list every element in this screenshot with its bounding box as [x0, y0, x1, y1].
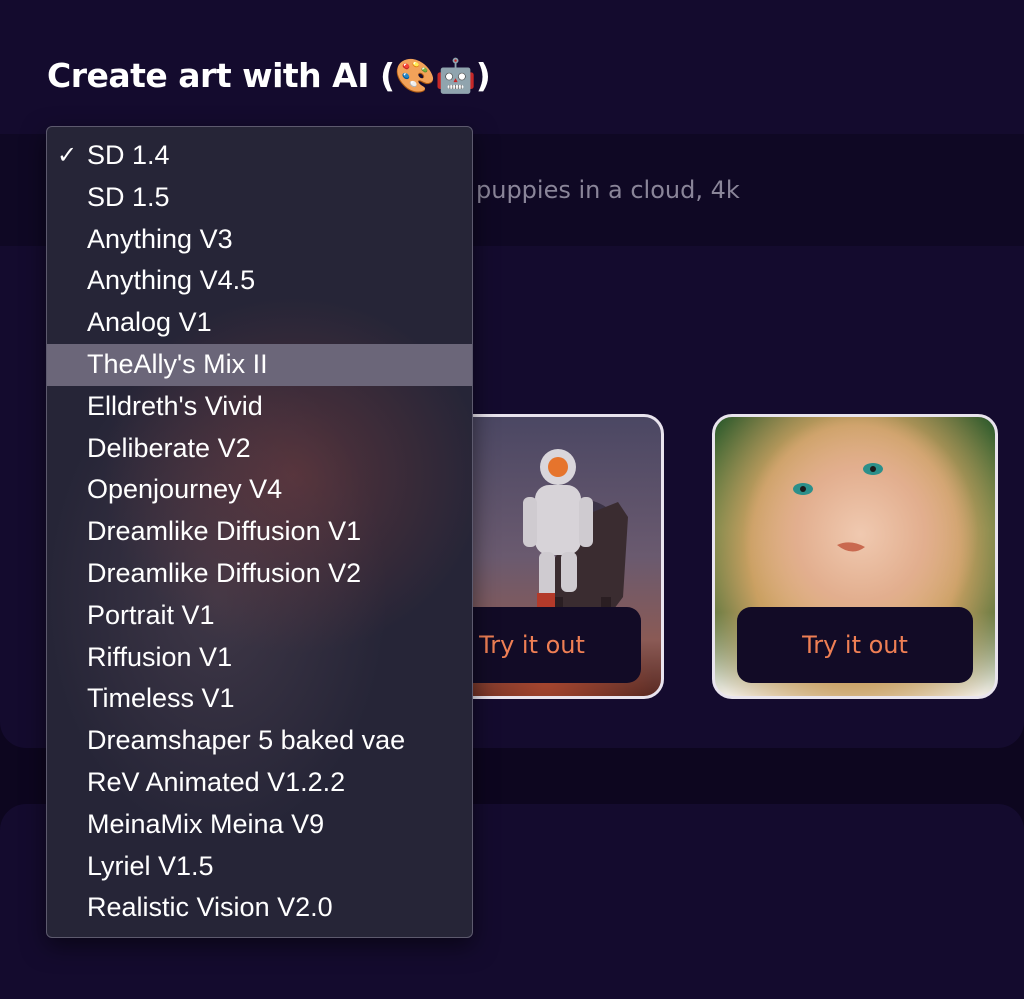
- dropdown-option-label: SD 1.5: [87, 181, 170, 212]
- dropdown-option[interactable]: Portrait V1: [47, 595, 472, 637]
- dropdown-option-label: Analog V1: [87, 307, 212, 338]
- dropdown-option-label: Lyriel V1.5: [87, 850, 214, 881]
- dropdown-option[interactable]: ✓ SD 1.4: [47, 135, 472, 177]
- dropdown-option-label: Dreamlike Diffusion V2: [87, 557, 362, 588]
- dropdown-option-label: Dreamlike Diffusion V1: [87, 516, 362, 547]
- dropdown-option-label: Riffusion V1: [87, 641, 233, 672]
- dropdown-option-label: TheAlly's Mix II: [87, 348, 268, 379]
- dropdown-option-label: Openjourney V4: [87, 474, 283, 505]
- dropdown-option[interactable]: Realistic Vision V2.0: [47, 887, 472, 929]
- dropdown-option-label: Anything V4.5: [87, 265, 256, 296]
- dropdown-option[interactable]: ReV Animated V1.2.2: [47, 762, 472, 804]
- prompt-input[interactable]: puppies in a cloud, 4k: [476, 176, 740, 204]
- dropdown-option-label: Anything V3: [87, 223, 233, 254]
- dropdown-option-label: Timeless V1: [87, 683, 235, 714]
- page-title: Create art with AI (🎨🤖): [47, 56, 491, 95]
- dropdown-option[interactable]: Riffusion V1: [47, 637, 472, 679]
- dropdown-option-label: Dreamshaper 5 baked vae: [87, 725, 406, 756]
- model-select-dropdown[interactable]: ✓ SD 1.4 SD 1.5 Anything V3 Anything V4.5 Ana…: [46, 126, 473, 938]
- dropdown-option[interactable]: Dreamlike Diffusion V2: [47, 553, 472, 595]
- dropdown-option-label: Portrait V1: [87, 599, 215, 630]
- page: Create art with AI (🎨🤖) puppies in a clo…: [0, 0, 1024, 999]
- dropdown-option-label: Deliberate V2: [87, 432, 251, 463]
- dropdown-option[interactable]: SD 1.5: [47, 177, 472, 219]
- dropdown-option[interactable]: Anything V3: [47, 219, 472, 261]
- dropdown-option[interactable]: Elldreth's Vivid: [47, 386, 472, 428]
- dropdown-option[interactable]: Analog V1: [47, 302, 472, 344]
- dropdown-option-label: SD 1.4: [87, 140, 170, 170]
- dropdown-option-label: MeinaMix Meina V9: [87, 808, 325, 839]
- dropdown-option[interactable]: TheAlly's Mix II: [47, 343, 472, 386]
- dropdown-option[interactable]: Dreamlike Diffusion V1: [47, 511, 472, 553]
- dropdown-option-label: ReV Animated V1.2.2: [87, 766, 346, 797]
- dropdown-option[interactable]: MeinaMix Meina V9: [47, 804, 472, 846]
- checkmark-icon: ✓: [57, 141, 78, 169]
- dropdown-option[interactable]: Timeless V1: [47, 678, 472, 720]
- dropdown-option-label: Realistic Vision V2.0: [87, 892, 333, 923]
- example-card-portrait[interactable]: Try it out: [712, 414, 998, 699]
- dropdown-option-label: Elldreth's Vivid: [87, 390, 263, 421]
- dropdown-option[interactable]: Openjourney V4: [47, 469, 472, 511]
- dropdown-option[interactable]: Dreamshaper 5 baked vae: [47, 720, 472, 762]
- try-it-out-button[interactable]: Try it out: [737, 607, 973, 683]
- dropdown-option[interactable]: Deliberate V2: [47, 428, 472, 470]
- dropdown-option[interactable]: Anything V4.5: [47, 260, 472, 302]
- dropdown-option[interactable]: Lyriel V1.5: [47, 846, 472, 888]
